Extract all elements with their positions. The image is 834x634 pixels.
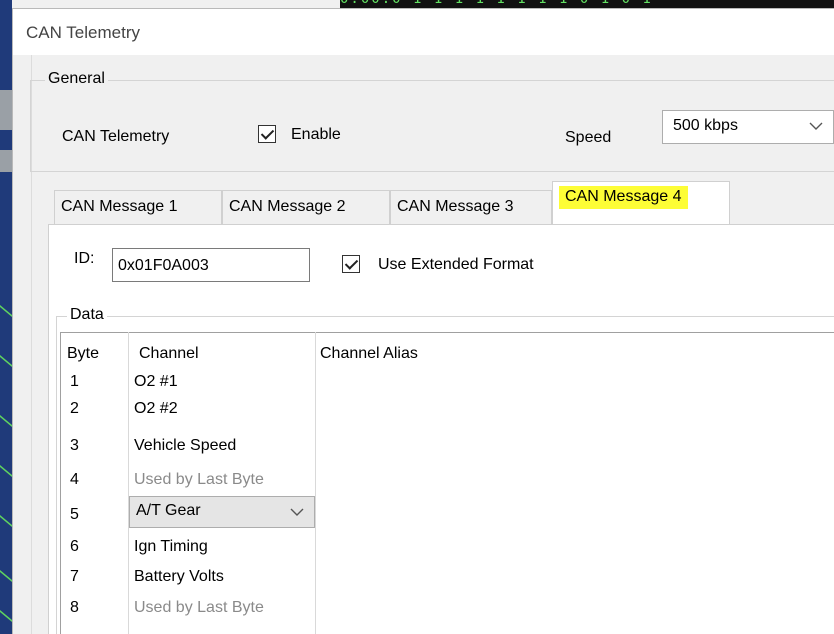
title-bar: CAN Telemetry xyxy=(13,9,834,55)
tab-label: CAN Message 3 xyxy=(397,198,514,215)
row-byte: 6 xyxy=(70,538,79,555)
tab-can-message-3[interactable]: CAN Message 3 xyxy=(390,190,552,224)
tab-label-highlighted: CAN Message 4 xyxy=(559,186,688,209)
row-byte: 1 xyxy=(70,373,79,390)
row-channel[interactable]: O2 #2 xyxy=(134,400,178,418)
tab-can-message-2[interactable]: CAN Message 2 xyxy=(222,190,390,224)
background-app-strip xyxy=(0,0,12,634)
data-legend: Data xyxy=(67,306,107,324)
tab-label: CAN Message 2 xyxy=(229,198,346,215)
column-separator xyxy=(128,332,129,634)
row-byte: 7 xyxy=(70,568,79,585)
row-channel[interactable]: Used by Last Byte xyxy=(134,599,264,617)
column-header-byte[interactable]: Byte xyxy=(67,345,99,363)
column-header-channel[interactable]: Channel xyxy=(139,345,199,363)
row-byte: 4 xyxy=(70,471,79,488)
row-byte: 2 xyxy=(70,400,79,417)
speed-label: Speed xyxy=(565,129,612,146)
id-label: ID: xyxy=(74,250,95,267)
channel-select[interactable]: A/T Gear xyxy=(129,496,315,528)
can-telemetry-label: CAN Telemetry xyxy=(62,128,170,145)
row-byte: 5 xyxy=(70,506,79,523)
column-separator xyxy=(315,332,316,634)
channel-select-value: A/T Gear xyxy=(136,502,201,519)
background-app-strip-top: 0.00.0 1 1 1 1 1 1 1 1 0 1 0 1 xyxy=(340,0,834,8)
use-extended-format-label[interactable]: Use Extended Format xyxy=(378,256,534,274)
row-channel[interactable]: Vehicle Speed xyxy=(134,437,236,455)
enable-label[interactable]: Enable xyxy=(291,126,341,144)
speed-value: 500 kbps xyxy=(673,117,738,134)
row-channel[interactable]: Ign Timing xyxy=(134,538,208,556)
column-header-channel-alias[interactable]: Channel Alias xyxy=(320,345,418,363)
chevron-down-icon xyxy=(809,122,823,130)
tab-can-message-4[interactable]: CAN Message 4 xyxy=(552,181,730,224)
window-title: CAN Telemetry xyxy=(26,23,140,42)
chevron-down-icon xyxy=(290,508,304,516)
use-extended-format-checkbox[interactable] xyxy=(342,255,360,273)
tab-can-message-1[interactable]: CAN Message 1 xyxy=(54,190,222,224)
row-byte: 3 xyxy=(70,437,79,454)
row-channel[interactable]: Used by Last Byte xyxy=(134,471,264,489)
enable-checkbox[interactable] xyxy=(258,125,276,143)
id-value: 0x01F0A003 xyxy=(118,257,209,274)
id-input[interactable]: 0x01F0A003 xyxy=(112,248,310,282)
row-channel[interactable]: O2 #1 xyxy=(134,373,178,391)
row-byte: 8 xyxy=(70,599,79,616)
row-channel[interactable]: Battery Volts xyxy=(134,568,224,586)
speed-select[interactable]: 500 kbps xyxy=(662,110,834,144)
general-legend: General xyxy=(45,70,108,88)
tab-label: CAN Message 1 xyxy=(61,198,178,215)
